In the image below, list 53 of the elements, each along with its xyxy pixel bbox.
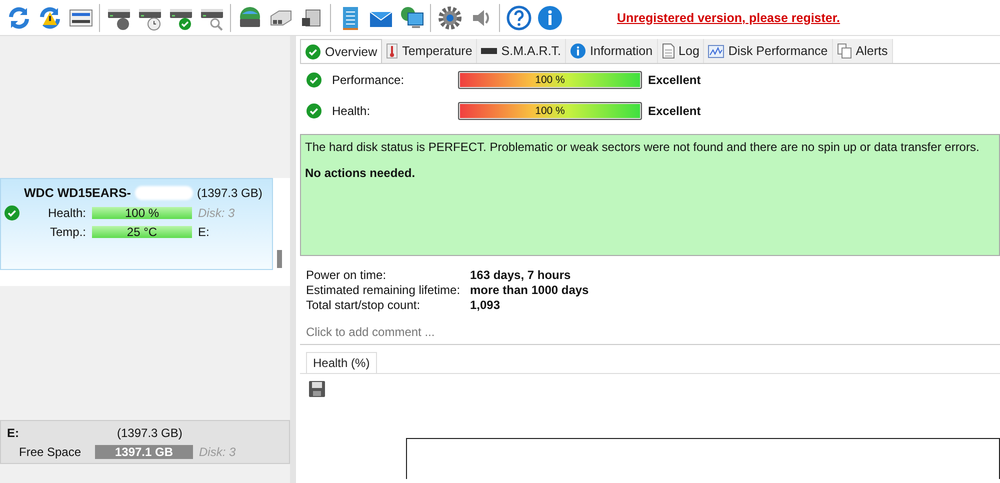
volume-letter: E: [198,224,210,238]
status-rating: Excellent [648,104,702,118]
stat-label: Estimated remaining lifetime: [306,283,462,297]
status-check-icon [306,102,322,118]
info-icon[interactable] [536,4,564,32]
free-space-bar: 1397.1 GB [95,444,193,458]
stat-value: 1,093 [470,298,502,312]
scrollbar-thumb[interactable] [277,250,282,268]
health-bar: 100 % [92,206,192,218]
status-check-icon [306,72,322,88]
stat-value: 163 days, 7 hours [470,268,572,282]
thermometer-icon [386,43,398,59]
chart-tab[interactable]: Health (%) [306,352,377,373]
drive-icon [481,47,498,55]
graph-icon [708,44,724,58]
stat-label: Total start/stop count: [306,298,422,312]
temperature-label: Temp.: [48,224,86,238]
save-icon[interactable] [308,380,326,398]
disk-card[interactable]: WDC WD15EARS- (1397.3 GB) Health: 100 % Disk: 3 Temp.: 25 °C E: [0,178,273,270]
check-icon [305,44,321,60]
disk-number: Disk: 3 [198,206,236,220]
documents-icon [836,43,852,59]
status-label: Health: [332,104,372,118]
volume-size: (1397.3 GB) [117,426,184,440]
health-label: Health: [46,206,86,220]
status-rating: Excellent [648,72,702,86]
blurred-patch [134,186,193,200]
tab[interactable]: Information [566,39,658,63]
disk-name: WDC WD15EARS- [24,186,131,200]
action-message: No actions needed. [305,166,416,180]
disk-size: (1397.3 GB) [196,186,262,200]
status-label: Performance: [332,72,406,86]
tab[interactable]: S.M.A.R.T. [477,39,566,63]
status-message: The hard disk status is PERFECT. Problematic or weak sectors were not found and there are no spin up or data transfer errors. [305,140,980,154]
free-space-label: Free Space [19,444,82,458]
status-bar: 100 % [460,72,640,86]
tab[interactable]: Disk Performance [704,39,833,63]
stat-value: more than 1000 days [470,283,590,297]
temperature-bar: 25 °C [92,226,192,238]
settings-icon[interactable] [436,4,464,32]
stat-label: Power on time: [306,268,388,282]
document-icon [662,43,675,59]
volume-card[interactable]: E: (1397.3 GB) Free Space 1397.1 GB Disk: 3 [0,420,290,464]
tab[interactable]: Alerts [832,39,893,63]
tab[interactable]: Overview [300,39,382,63]
disk-number: Disk: 3 [199,444,237,458]
tab[interactable]: Temperature [382,39,478,63]
status-bar: 100 % [460,104,640,118]
register-link[interactable]: Unregistered version, please register. [617,10,840,24]
volume-name: E: [7,426,20,440]
info-icon [570,43,586,59]
help-icon[interactable] [504,4,532,32]
tab[interactable]: Log [658,39,704,63]
